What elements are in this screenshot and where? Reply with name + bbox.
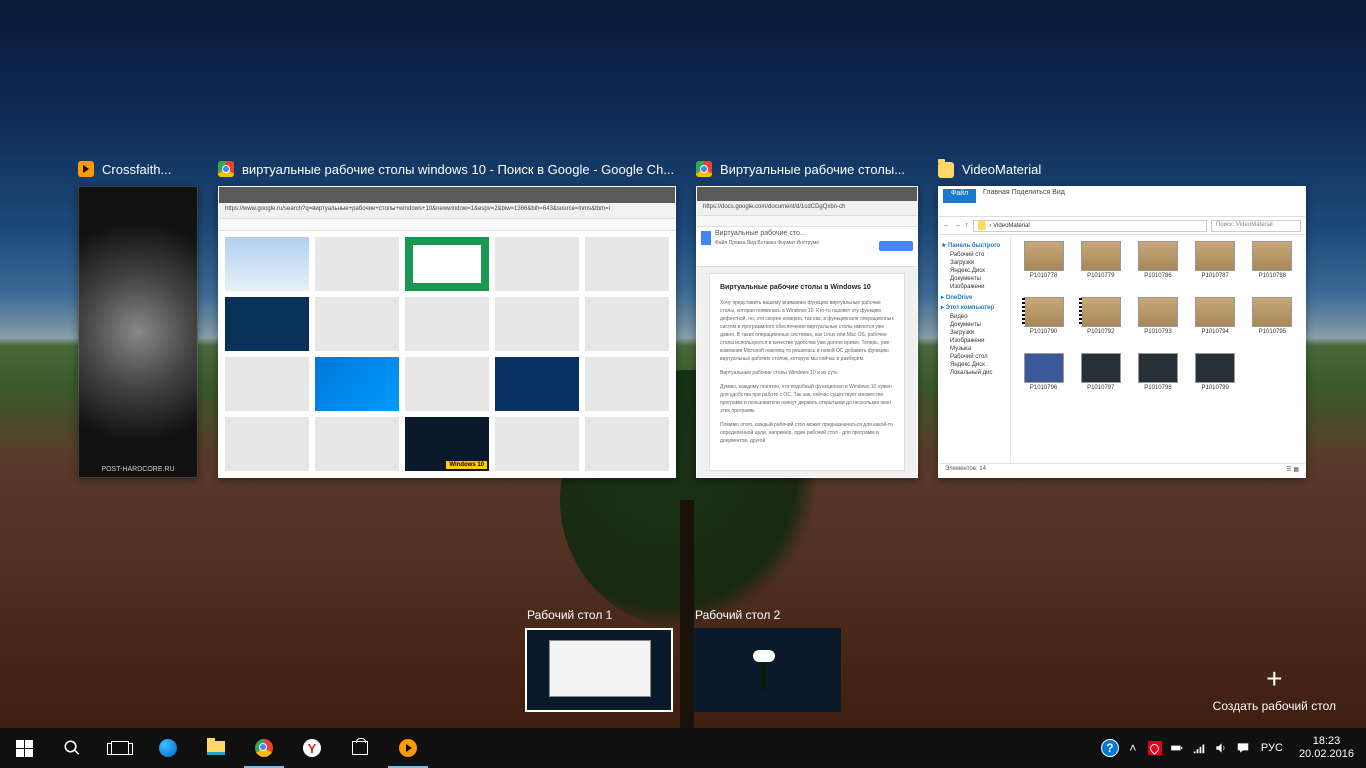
folder-icon [978, 223, 986, 230]
tray-battery-icon[interactable] [1167, 728, 1187, 768]
tray-volume-icon[interactable] [1211, 728, 1231, 768]
aimp-icon [78, 161, 94, 177]
explorer-address-row: ← → ↑ › VideoMaterial Поиск: VideoMateri… [939, 217, 1305, 235]
breadcrumb: › VideoMaterial [973, 220, 1208, 232]
taskbar-app-yandex[interactable]: Y [288, 728, 336, 768]
desktop-label: Рабочий стол 2 [693, 608, 841, 622]
ribbon-tabs: Главная Поделиться Вид [983, 189, 1065, 196]
window-preview[interactable]: POST-HARDCORE.RU [78, 186, 198, 478]
taskbar-app-store[interactable] [336, 728, 384, 768]
file-item: P1010790 [1017, 297, 1070, 351]
explorer-navpane: ★ Панель быстрогоРабочий стоЗагрузкиЯнде… [939, 235, 1011, 463]
desktop-thumbnail[interactable] [693, 628, 841, 712]
explorer-statusbar: Элементов: 14 ☰ ▦ [939, 463, 1305, 477]
image-search-grid [219, 231, 675, 477]
chrome-icon [218, 161, 234, 177]
doc-para: Помимо этого, каждый рабочий стол может … [720, 421, 894, 445]
tray-language[interactable]: РУС [1255, 742, 1289, 754]
plus-icon: + [1213, 665, 1336, 693]
open-windows-row: Crossfaith... POST-HARDCORE.RU виртуальн… [78, 160, 1288, 478]
virtual-desktop-1[interactable]: Рабочий стол 1 [525, 608, 673, 718]
file-item: P1010795 [1246, 297, 1299, 351]
search-button[interactable] [48, 728, 96, 768]
taskbar: Y ? ˄ РУС 18:23 20.02.2016 [0, 728, 1366, 768]
window-thumb-aimp[interactable]: Crossfaith... POST-HARDCORE.RU [78, 160, 198, 478]
window-thumb-chrome-search[interactable]: виртуальные рабочие столы windows 10 - П… [218, 160, 676, 478]
file-item: P1010788 [1246, 241, 1299, 295]
browser-tabstrip [697, 187, 917, 201]
task-view-button[interactable] [96, 728, 144, 768]
doc-para: Думаю, каждому понятно, что подобный фун… [720, 383, 894, 415]
docs-share-button [879, 241, 913, 251]
file-item: P1010778 [1017, 241, 1070, 295]
address-bar: https://www.google.ru/search?q=виртуальн… [219, 203, 675, 219]
virtual-desktop-2[interactable]: Рабочий стол 2 [693, 608, 841, 718]
nav-back-icon: ← [943, 222, 950, 229]
ribbon-file-tab: Файл [943, 189, 976, 203]
window-preview[interactable]: Файл Главная Поделиться Вид ← → ↑ › Vide… [938, 186, 1306, 478]
new-desktop-button[interactable]: + Создать рабочий стол [1213, 665, 1336, 713]
file-item: P1010793 [1131, 297, 1184, 351]
window-title: Crossfaith... [102, 162, 171, 177]
window-preview[interactable]: https://www.google.ru/search?q=виртуальн… [218, 186, 676, 478]
file-item: P1010779 [1074, 241, 1127, 295]
task-view-overlay: Crossfaith... POST-HARDCORE.RU виртуальн… [0, 0, 1366, 768]
browser-tabstrip [219, 187, 675, 203]
file-item: P1010797 [1074, 353, 1127, 407]
window-title: VideoMaterial [962, 162, 1041, 177]
address-bar: https://docs.google.com/document/d/1cdCD… [697, 201, 917, 216]
virtual-desktops-strip: Рабочий стол 1 Рабочий стол 2 [0, 608, 1366, 718]
file-item: P1010799 [1189, 353, 1242, 407]
aimp-footer-text: POST-HARDCORE.RU [101, 466, 174, 473]
bookmarks-bar [697, 216, 917, 227]
doc-heading: Виртуальные рабочие столы в Windows 10 [720, 282, 894, 293]
doc-para: Хочу представить вашему вниманию функцию… [720, 299, 894, 363]
window-title: Виртуальные рабочие столы... [720, 162, 905, 177]
tray-avira-icon[interactable] [1145, 728, 1165, 768]
folder-icon [938, 162, 954, 178]
docs-page: Виртуальные рабочие столы в Windows 10 Х… [709, 273, 905, 471]
desktop-label: Рабочий стол 1 [525, 608, 673, 622]
window-preview[interactable]: https://docs.google.com/document/d/1cdCD… [696, 186, 918, 478]
doc-para: Виртуальные рабочие столы Windows 10 и и… [720, 369, 894, 377]
tray-time: 18:23 [1299, 735, 1354, 748]
view-icons: ☰ ▦ [1286, 466, 1299, 475]
tray-help-icon[interactable]: ? [1099, 739, 1121, 757]
file-item: P1010787 [1189, 241, 1242, 295]
docs-menus: Файл Правка Вид Вставка Формат Инструме [715, 240, 819, 246]
file-item: P1010794 [1189, 297, 1242, 351]
start-button[interactable] [0, 728, 48, 768]
tray-date: 20.02.2016 [1299, 748, 1354, 761]
explorer-search: Поиск: VideoMaterial [1211, 220, 1301, 232]
chrome-icon [696, 161, 712, 177]
bookmarks-bar [219, 219, 675, 231]
tray-network-icon[interactable] [1189, 728, 1209, 768]
window-thumb-explorer[interactable]: VideoMaterial Файл Главная Поделиться Ви… [938, 160, 1306, 478]
file-item: P1010796 [1017, 353, 1070, 407]
explorer-ribbon: Файл Главная Поделиться Вид [939, 187, 1305, 217]
tray-chevron-up-icon[interactable]: ˄ [1123, 728, 1143, 768]
new-desktop-label: Создать рабочий стол [1213, 699, 1336, 713]
taskbar-app-edge[interactable] [144, 728, 192, 768]
taskbar-app-explorer[interactable] [192, 728, 240, 768]
nav-up-icon: ↑ [965, 222, 969, 229]
tray-action-center-icon[interactable] [1233, 728, 1253, 768]
nav-fwd-icon: → [954, 222, 961, 229]
docs-title: Виртуальные рабочие сто... [715, 230, 806, 237]
taskbar-app-aimp[interactable] [384, 728, 432, 768]
docs-header: Виртуальные рабочие сто... Файл Правка В… [697, 227, 917, 267]
tray-clock[interactable]: 18:23 20.02.2016 [1291, 735, 1362, 761]
file-item: P1010792 [1074, 297, 1127, 351]
explorer-files-grid: P1010778P1010779P1010786P1010787P1010788… [1011, 235, 1305, 463]
docs-logo-icon [701, 231, 711, 245]
window-thumb-chrome-docs[interactable]: Виртуальные рабочие столы... https://doc… [696, 160, 918, 478]
file-item: P1010786 [1131, 241, 1184, 295]
file-item: P1010798 [1131, 353, 1184, 407]
taskbar-app-chrome[interactable] [240, 728, 288, 768]
desktop-thumbnail[interactable] [525, 628, 673, 712]
window-title: виртуальные рабочие столы windows 10 - П… [242, 162, 674, 177]
